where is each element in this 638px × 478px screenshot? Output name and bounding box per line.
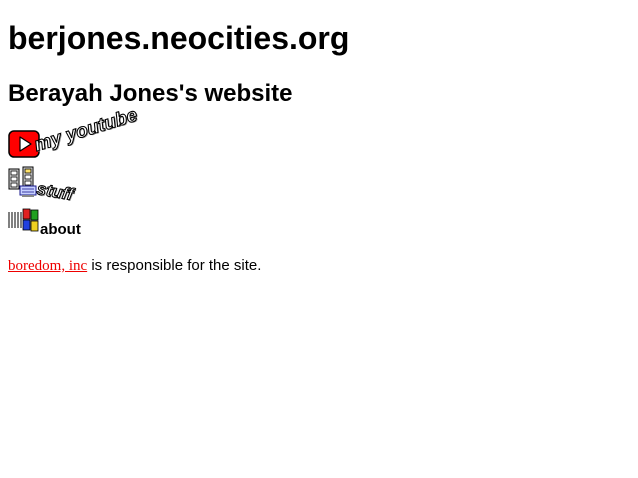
- footer: boredom, inc is responsible for the site…: [8, 256, 261, 276]
- stuff-link[interactable]: stuff: [8, 166, 80, 206]
- stuff-label: stuff: [35, 179, 75, 205]
- about-label: about: [40, 221, 81, 238]
- my-youtube-label: my youtube: [31, 104, 140, 156]
- about-link[interactable]: about: [8, 207, 98, 239]
- boredom-inc-link[interactable]: boredom, inc: [8, 258, 87, 274]
- site-title: berjones.neocities.org: [8, 20, 350, 56]
- windows-flag-icon: [8, 208, 39, 232]
- site-subtitle: Berayah Jones's website: [8, 80, 293, 107]
- responsible-text: is responsible for the site.: [87, 257, 262, 274]
